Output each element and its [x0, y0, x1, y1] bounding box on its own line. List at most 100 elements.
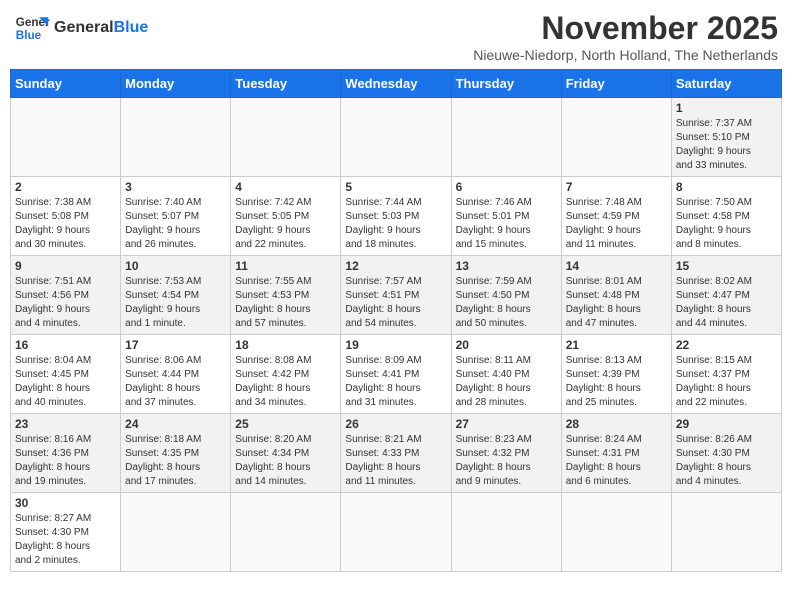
day-info: Sunrise: 8:13 AM Sunset: 4:39 PM Dayligh…: [566, 354, 667, 410]
page-title: November 2025: [473, 10, 778, 47]
day-number: 9: [15, 259, 116, 273]
calendar-cell: 9 Sunrise: 7:51 AM Sunset: 4:56 PM Daylig…: [11, 256, 121, 335]
logo: General Blue GeneralBlue: [14, 10, 148, 46]
day-info: Sunrise: 7:42 AM Sunset: 5:05 PM Dayligh…: [235, 196, 336, 252]
calendar-cell: 10Sunrise: 7:53 AM Sunset: 4:54 PM Dayli…: [121, 256, 231, 335]
day-info: Sunrise: 8:21 AM Sunset: 4:33 PM Dayligh…: [345, 433, 446, 489]
day-info: Sunrise: 8:23 AM Sunset: 4:32 PM Dayligh…: [456, 433, 557, 489]
day-number: 11: [235, 259, 336, 273]
calendar-week-5: 30Sunrise: 8:27 AM Sunset: 4:30 PM Dayli…: [11, 493, 782, 572]
calendar-cell: 17 Sunrise: 8:06 AM Sunset: 4:44 PM Dayli…: [121, 335, 231, 414]
day-number: 17: [125, 338, 226, 352]
day-info: Sunrise: 8:08 AM Sunset: 4:42 PM Dayligh…: [235, 354, 336, 410]
day-info: Sunrise: 8:11 AM Sunset: 4:40 PM Dayligh…: [456, 354, 557, 410]
calendar-cell: 15Sunrise: 8:02 AM Sunset: 4:47 PM Dayli…: [671, 256, 781, 335]
day-number: 2: [15, 180, 116, 194]
day-info: Sunrise: 8:09 AM Sunset: 4:41 PM Dayligh…: [345, 354, 446, 410]
calendar-header-row: SundayMondayTuesdayWednesdayThursdayFrid…: [11, 70, 782, 98]
calendar-cell: 12 Sunrise: 7:57 AM Sunset: 4:51 PM Dayli…: [341, 256, 451, 335]
day-number: 16: [15, 338, 116, 352]
calendar-week-0: 1Sunrise: 7:37 AM Sunset: 5:10 PM Daylig…: [11, 98, 782, 177]
day-number: 4: [235, 180, 336, 194]
weekday-header-sunday: Sunday: [11, 70, 121, 98]
day-info: Sunrise: 8:04 AM Sunset: 4:45 PM Dayligh…: [15, 354, 116, 410]
calendar-cell: 1Sunrise: 7:37 AM Sunset: 5:10 PM Daylig…: [671, 98, 781, 177]
day-info: Sunrise: 8:16 AM Sunset: 4:36 PM Dayligh…: [15, 433, 116, 489]
calendar-cell: [231, 98, 341, 177]
day-info: Sunrise: 7:50 AM Sunset: 4:58 PM Dayligh…: [676, 196, 777, 252]
day-number: 29: [676, 417, 777, 431]
calendar-cell: 2 Sunrise: 7:38 AM Sunset: 5:08 PM Daylig…: [11, 177, 121, 256]
day-number: 7: [566, 180, 667, 194]
calendar-cell: 3Sunrise: 7:40 AM Sunset: 5:07 PM Daylig…: [121, 177, 231, 256]
calendar-week-2: 9 Sunrise: 7:51 AM Sunset: 4:56 PM Daylig…: [11, 256, 782, 335]
calendar-cell: 6Sunrise: 7:46 AM Sunset: 5:01 PM Daylig…: [451, 177, 561, 256]
day-number: 25: [235, 417, 336, 431]
calendar-cell: 27 Sunrise: 8:23 AM Sunset: 4:32 PM Dayli…: [451, 414, 561, 493]
weekday-header-tuesday: Tuesday: [231, 70, 341, 98]
calendar-cell: 28 Sunrise: 8:24 AM Sunset: 4:31 PM Dayli…: [561, 414, 671, 493]
calendar-cell: 19 Sunrise: 8:09 AM Sunset: 4:41 PM Dayli…: [341, 335, 451, 414]
calendar-cell: [451, 98, 561, 177]
calendar-cell: 22Sunrise: 8:15 AM Sunset: 4:37 PM Dayli…: [671, 335, 781, 414]
calendar-cell: 26 Sunrise: 8:21 AM Sunset: 4:33 PM Dayli…: [341, 414, 451, 493]
day-number: 14: [566, 259, 667, 273]
day-info: Sunrise: 7:51 AM Sunset: 4:56 PM Dayligh…: [15, 275, 116, 331]
calendar-cell: [671, 493, 781, 572]
header: General Blue GeneralBlue November 2025 N…: [10, 10, 782, 63]
logo-blue-text: Blue: [114, 19, 149, 36]
logo-icon: General Blue: [14, 10, 50, 46]
day-number: 19: [345, 338, 446, 352]
day-info: Sunrise: 8:24 AM Sunset: 4:31 PM Dayligh…: [566, 433, 667, 489]
day-info: Sunrise: 7:38 AM Sunset: 5:08 PM Dayligh…: [15, 196, 116, 252]
day-number: 18: [235, 338, 336, 352]
calendar: SundayMondayTuesdayWednesdayThursdayFrid…: [10, 69, 782, 572]
calendar-cell: [451, 493, 561, 572]
calendar-cell: 16 Sunrise: 8:04 AM Sunset: 4:45 PM Dayli…: [11, 335, 121, 414]
calendar-cell: 4 Sunrise: 7:42 AM Sunset: 5:05 PM Daylig…: [231, 177, 341, 256]
calendar-cell: 24Sunrise: 8:18 AM Sunset: 4:35 PM Dayli…: [121, 414, 231, 493]
day-info: Sunrise: 7:59 AM Sunset: 4:50 PM Dayligh…: [456, 275, 557, 331]
calendar-cell: 7 Sunrise: 7:48 AM Sunset: 4:59 PM Daylig…: [561, 177, 671, 256]
calendar-cell: 25Sunrise: 8:20 AM Sunset: 4:34 PM Dayli…: [231, 414, 341, 493]
title-area: November 2025 Nieuwe-Niedorp, North Holl…: [473, 10, 778, 63]
day-number: 15: [676, 259, 777, 273]
day-number: 22: [676, 338, 777, 352]
day-info: Sunrise: 8:18 AM Sunset: 4:35 PM Dayligh…: [125, 433, 226, 489]
day-info: Sunrise: 8:01 AM Sunset: 4:48 PM Dayligh…: [566, 275, 667, 331]
calendar-cell: [121, 98, 231, 177]
day-number: 26: [345, 417, 446, 431]
day-number: 6: [456, 180, 557, 194]
calendar-cell: [561, 98, 671, 177]
day-info: Sunrise: 7:44 AM Sunset: 5:03 PM Dayligh…: [345, 196, 446, 252]
calendar-cell: 18 Sunrise: 8:08 AM Sunset: 4:42 PM Dayli…: [231, 335, 341, 414]
day-number: 30: [15, 496, 116, 510]
calendar-cell: 5 Sunrise: 7:44 AM Sunset: 5:03 PM Daylig…: [341, 177, 451, 256]
day-info: Sunrise: 7:57 AM Sunset: 4:51 PM Dayligh…: [345, 275, 446, 331]
calendar-week-1: 2 Sunrise: 7:38 AM Sunset: 5:08 PM Daylig…: [11, 177, 782, 256]
weekday-header-wednesday: Wednesday: [341, 70, 451, 98]
day-number: 28: [566, 417, 667, 431]
day-number: 20: [456, 338, 557, 352]
calendar-week-4: 23 Sunrise: 8:16 AM Sunset: 4:36 PM Dayli…: [11, 414, 782, 493]
svg-text:Blue: Blue: [16, 29, 42, 42]
weekday-header-friday: Friday: [561, 70, 671, 98]
day-info: Sunrise: 7:48 AM Sunset: 4:59 PM Dayligh…: [566, 196, 667, 252]
calendar-cell: 8 Sunrise: 7:50 AM Sunset: 4:58 PM Daylig…: [671, 177, 781, 256]
calendar-cell: 14 Sunrise: 8:01 AM Sunset: 4:48 PM Dayli…: [561, 256, 671, 335]
day-number: 23: [15, 417, 116, 431]
calendar-cell: [231, 493, 341, 572]
calendar-cell: [341, 98, 451, 177]
day-info: Sunrise: 7:53 AM Sunset: 4:54 PM Dayligh…: [125, 275, 226, 331]
day-info: Sunrise: 8:26 AM Sunset: 4:30 PM Dayligh…: [676, 433, 777, 489]
weekday-header-saturday: Saturday: [671, 70, 781, 98]
weekday-header-monday: Monday: [121, 70, 231, 98]
calendar-cell: 30Sunrise: 8:27 AM Sunset: 4:30 PM Dayli…: [11, 493, 121, 572]
day-info: Sunrise: 8:06 AM Sunset: 4:44 PM Dayligh…: [125, 354, 226, 410]
day-number: 5: [345, 180, 446, 194]
day-number: 12: [345, 259, 446, 273]
day-number: 21: [566, 338, 667, 352]
calendar-cell: [11, 98, 121, 177]
day-number: 8: [676, 180, 777, 194]
day-number: 27: [456, 417, 557, 431]
